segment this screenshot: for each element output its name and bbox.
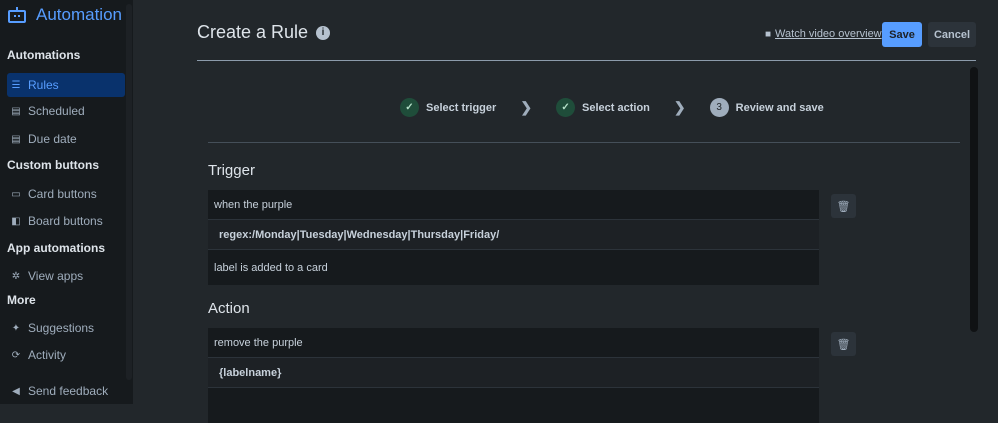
delete-action-button[interactable]: 🗑 (831, 332, 856, 356)
sidebar-item-label: Rules (28, 78, 59, 92)
trash-icon: 🗑 (836, 338, 851, 351)
action-line2 (208, 388, 819, 423)
header-divider (197, 60, 976, 61)
sidebar-item-due-date[interactable]: ▤ Due date (7, 127, 125, 151)
sidebar-item-label: View apps (28, 269, 84, 283)
sidebar-item-activity[interactable]: ⟳ Activity (7, 343, 125, 367)
action-box: remove the purple {labelname} (208, 328, 819, 423)
delete-trigger-button[interactable]: 🗑 (831, 194, 856, 218)
sidebar-item-label: Scheduled (28, 104, 85, 118)
stepper-divider (208, 142, 960, 143)
chevron-right-icon: ❯ (673, 99, 686, 115)
video-camera-icon: ■ (765, 28, 772, 40)
calendar-icon: ▤ (11, 105, 21, 117)
check-icon: ✓ (400, 98, 419, 117)
megaphone-icon: ◀ (12, 385, 20, 397)
page-title-text: Create a Rule (197, 22, 309, 42)
sidebar-item-card-buttons[interactable]: ▭ Card buttons (7, 182, 125, 206)
action-line1: remove the purple (208, 328, 819, 357)
sparkle-icon: ✦ (11, 322, 21, 334)
page-title: Create a Rule i (197, 22, 331, 43)
section-custom-buttons: Custom buttons (7, 158, 99, 172)
trigger-box: when the purple regex:/Monday|Tuesday|We… (208, 190, 819, 285)
sidebar-item-send-feedback[interactable]: ◀ Send feedback (7, 379, 125, 403)
section-automations: Automations (7, 48, 81, 62)
check-icon: ✓ (556, 98, 576, 117)
info-icon[interactable]: i (316, 25, 331, 40)
card-icon: ▭ (11, 188, 21, 200)
sidebar-scrollbar[interactable] (126, 4, 132, 380)
trigger-heading: Trigger (208, 162, 255, 179)
refresh-icon: ⟳ (11, 349, 21, 361)
sidebar-item-label: Send feedback (28, 384, 109, 398)
sidebar-item-label: Suggestions (28, 321, 95, 335)
watch-video-link[interactable]: ■ Watch video overview (765, 28, 882, 40)
save-button[interactable]: Save (882, 22, 922, 47)
section-app-automations: App automations (7, 241, 105, 255)
sidebar-item-label: Board buttons (28, 214, 103, 228)
calendar-icon: ▤ (11, 133, 21, 145)
sidebar-item-label: Due date (28, 132, 77, 146)
sidebar-item-board-buttons[interactable]: ◧ Board buttons (7, 209, 125, 233)
action-heading: Action (208, 300, 250, 317)
step-review-and-save: Review and save (735, 101, 824, 114)
brand[interactable]: Automation (8, 5, 122, 25)
gear-icon: ✲ (11, 270, 21, 282)
trash-icon: 🗑 (836, 200, 851, 213)
action-labelname-input[interactable]: {labelname} (208, 357, 819, 388)
trigger-regex-input[interactable]: regex:/Monday|Tuesday|Wednesday|Thursday… (208, 219, 819, 250)
step-number: 3 (709, 98, 729, 117)
brand-title: Automation (36, 5, 122, 24)
board-icon: ◧ (11, 215, 21, 227)
content-scrollbar[interactable] (970, 67, 978, 332)
sidebar: Automation Automations ☰ Rules ▤ Scheduled… (0, 0, 133, 404)
sidebar-item-label: Activity (28, 348, 67, 362)
sidebar-item-scheduled[interactable]: ▤ Scheduled (7, 99, 125, 123)
video-link-text: Watch video overview (775, 28, 882, 40)
stepper: ✓ Select trigger ❯ ✓ Select action ❯ 3 Revi… (400, 98, 824, 117)
trigger-line2: label is added to a card (208, 250, 819, 285)
chevron-right-icon: ❯ (520, 99, 533, 115)
robot-icon (8, 7, 26, 23)
cancel-button[interactable]: Cancel (928, 22, 976, 47)
sidebar-item-suggestions[interactable]: ✦ Suggestions (7, 316, 125, 340)
sidebar-item-label: Card buttons (28, 187, 97, 201)
sliders-icon: ☰ (11, 79, 21, 91)
sidebar-item-rules[interactable]: ☰ Rules (7, 73, 125, 97)
trigger-line1: when the purple (208, 190, 819, 219)
step-select-trigger: Select trigger (426, 101, 497, 114)
section-more: More (7, 293, 36, 307)
sidebar-item-view-apps[interactable]: ✲ View apps (7, 264, 125, 288)
step-select-action: Select action (582, 101, 650, 114)
